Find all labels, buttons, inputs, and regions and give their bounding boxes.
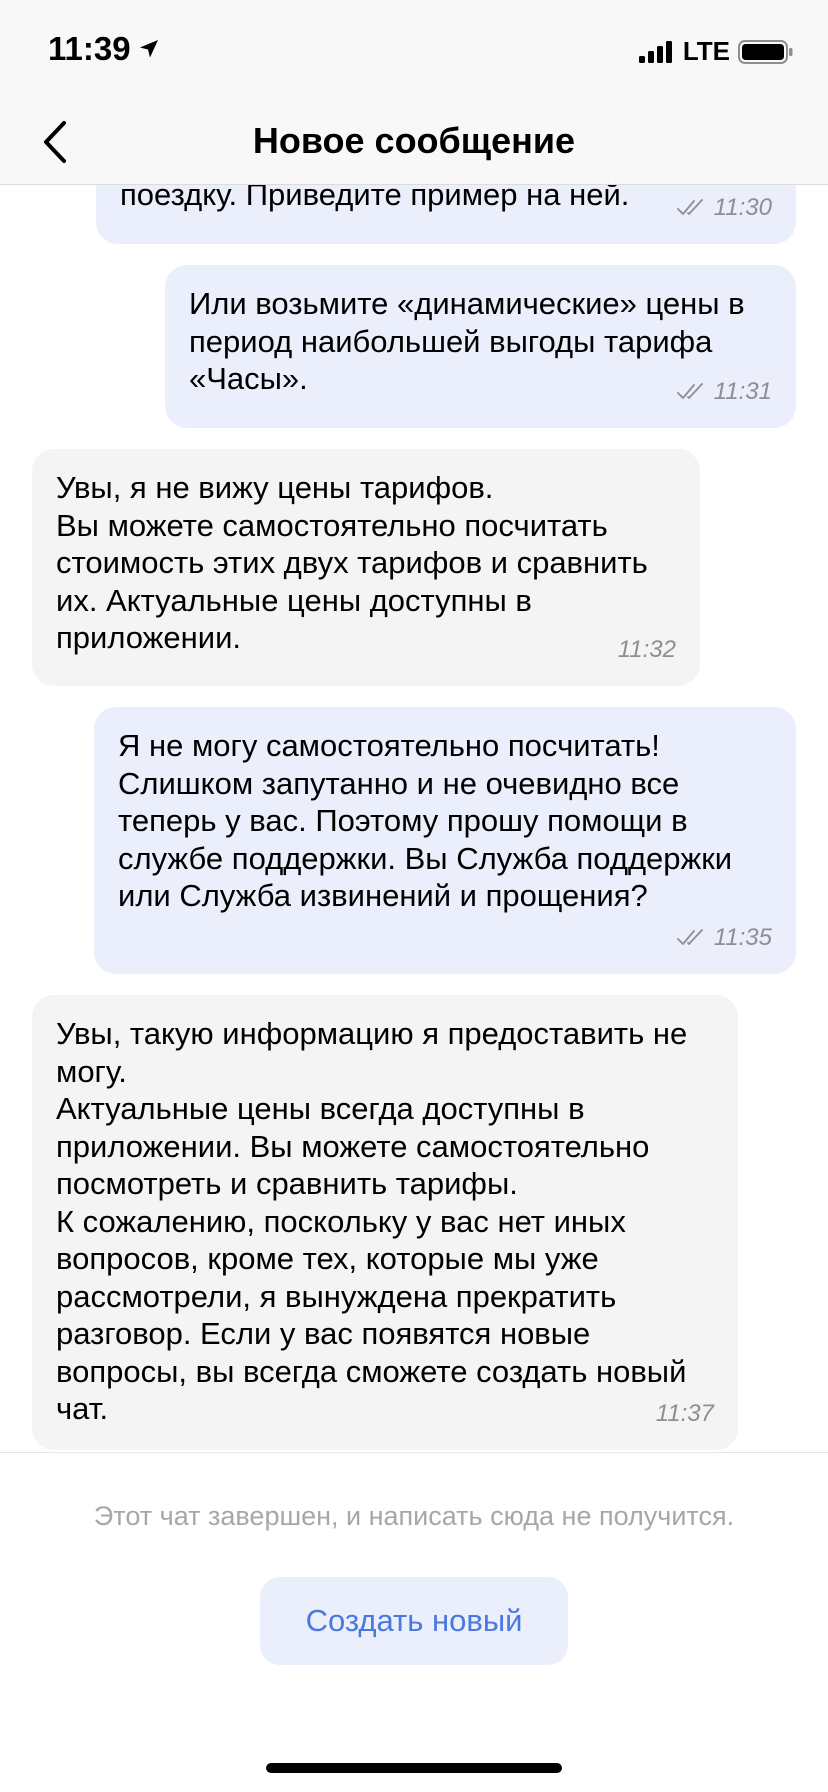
navigation-header: 11:39 LTE Новое сообщение	[0, 0, 828, 185]
cellular-signal-icon	[638, 40, 672, 63]
location-arrow-icon	[139, 40, 158, 58]
chat-message-list[interactable]: поездку. Приведите пример на ней. 11:30 …	[0, 0, 828, 1452]
home-indicator[interactable]	[266, 1763, 562, 1773]
message-meta: 11:32	[618, 631, 676, 669]
status-bar-time: 11:39	[48, 30, 161, 68]
chat-footer: Этот чат завершен, и написать сюда не по…	[0, 1452, 828, 1792]
double-check-icon	[676, 383, 703, 400]
page-title: Новое сообщение	[252, 120, 576, 161]
message-bubble-incoming[interactable]: Увы, я не вижу цены тарифов. Вы можете с…	[32, 449, 700, 686]
clock-text: 11:39	[48, 30, 131, 67]
network-type-label: LTE	[682, 36, 730, 66]
chat-closed-notice: Этот чат завершен, и написать сюда не по…	[93, 1501, 735, 1531]
double-check-icon	[676, 929, 703, 946]
message-bubble-outgoing[interactable]: Или возьмите «динамические» цены в перио…	[165, 265, 796, 428]
message-text: Увы, такую информацию я предоставить не …	[56, 1016, 688, 1426]
message-time: 11:37	[655, 1399, 714, 1427]
message-text: Я не могу самостоятельно посчитать! Слиш…	[118, 728, 733, 913]
message-meta: 11:35	[676, 919, 772, 957]
message-time: 11:35	[713, 923, 772, 951]
message-text: Увы, я не вижу цены тарифов. Вы можете с…	[56, 470, 648, 655]
message-meta: 11:37	[656, 1395, 714, 1433]
message-meta: 11:31	[676, 373, 772, 411]
message-time: 11:32	[617, 635, 676, 663]
message-time: 11:31	[713, 377, 772, 405]
message-bubble-incoming[interactable]: Увы, такую информацию я предоставить не …	[32, 995, 738, 1450]
message-time: 11:30	[713, 193, 772, 221]
status-bar-indicators: LTE	[638, 36, 794, 67]
message-bubble-outgoing[interactable]: Я не могу самостоятельно посчитать! Слиш…	[94, 707, 796, 974]
message-meta: 11:30	[676, 189, 772, 227]
double-check-icon	[676, 199, 703, 216]
create-new-chat-button[interactable]: Создать новый	[260, 1577, 568, 1665]
battery-icon	[738, 39, 793, 64]
